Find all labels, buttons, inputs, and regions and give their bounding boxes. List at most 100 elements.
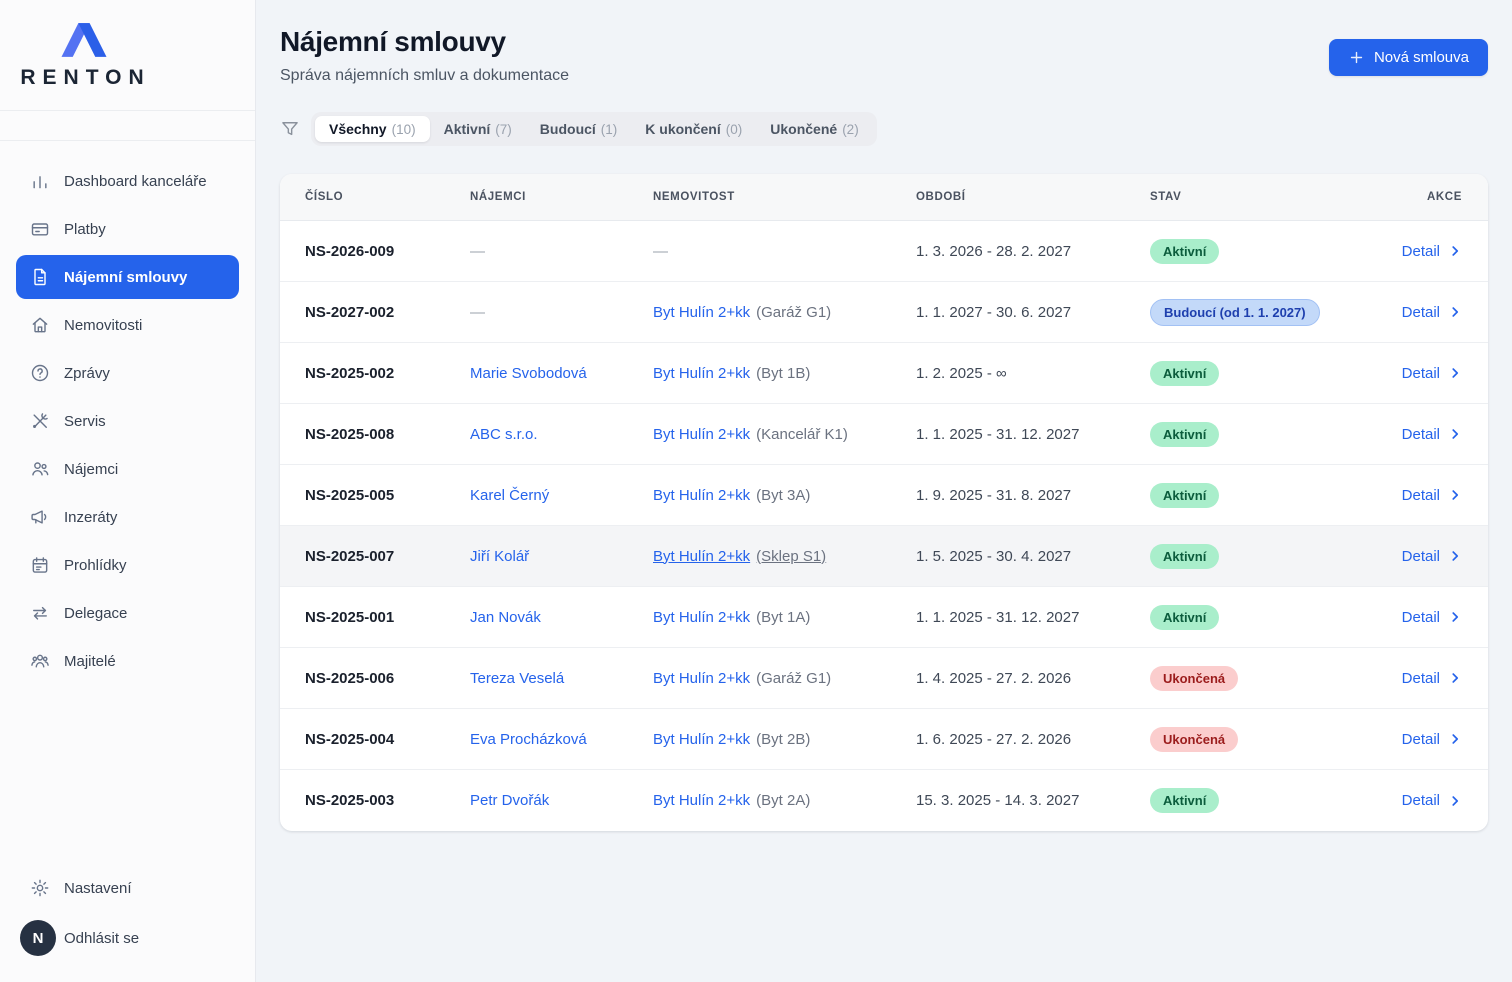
tenant-link[interactable]: Petr Dvořák (470, 792, 549, 809)
sidebar-item-label: Majitelé (64, 653, 116, 670)
property-link[interactable]: Byt Hulín 2+kk (653, 609, 750, 626)
contract-number: NS-2025-003 (305, 792, 470, 809)
sidebar-item-logout[interactable]: N Odhlásit se (16, 914, 239, 962)
tab-ukoncene[interactable]: Ukončené (2) (756, 116, 872, 142)
property-link[interactable]: Byt Hulín 2+kk (653, 670, 750, 687)
sidebar-item-zpravy[interactable]: Zprávy (16, 351, 239, 395)
sidebar-item-prohlidky[interactable]: Prohlídky (16, 543, 239, 587)
sidebar-item-najemni-smlouvy[interactable]: Nájemní smlouvy (16, 255, 239, 299)
tab-budouci[interactable]: Budoucí (1) (526, 116, 632, 142)
sidebar-item-nemovitosti[interactable]: Nemovitosti (16, 303, 239, 347)
property-unit: (Byt 2B) (756, 731, 810, 748)
column-header-stav: Stav (1150, 191, 1352, 203)
property-link[interactable]: Byt Hulín 2+kk (653, 731, 750, 748)
detail-link[interactable]: Detail (1402, 609, 1462, 626)
action-cell: Detail (1352, 365, 1462, 382)
tab-k-ukonceni[interactable]: K ukončení (0) (631, 116, 756, 142)
column-header-najemci: Nájemci (470, 191, 653, 203)
status-cell: Aktivní (1150, 483, 1352, 508)
new-contract-button-label: Nová smlouva (1374, 49, 1469, 66)
tenant-link[interactable]: Eva Procházková (470, 731, 587, 748)
property-cell: Byt Hulín 2+kk(Byt 1B) (653, 365, 916, 382)
contract-number: NS-2025-006 (305, 670, 470, 687)
table-row[interactable]: NS-2025-005 Karel Černý Byt Hulín 2+kk(B… (280, 465, 1488, 526)
sidebar-item-label: Zprávy (64, 365, 110, 382)
status-cell: Aktivní (1150, 422, 1352, 447)
user-avatar: N (20, 920, 56, 956)
table-row[interactable]: NS-2025-004 Eva Procházková Byt Hulín 2+… (280, 709, 1488, 770)
period: 15. 3. 2025 - 14. 3. 2027 (916, 792, 1150, 809)
tenant-link[interactable]: Jiří Kolář (470, 548, 529, 565)
property-link[interactable]: Byt Hulín 2+kk (653, 548, 750, 565)
empty-value: — (470, 243, 485, 260)
property-link[interactable]: Byt Hulín 2+kk (653, 792, 750, 809)
chevron-right-icon (1448, 488, 1462, 502)
property-link[interactable]: Byt Hulín 2+kk (653, 365, 750, 382)
action-cell: Detail (1352, 487, 1462, 504)
period: 1. 6. 2025 - 27. 2. 2026 (916, 731, 1150, 748)
tenant-link[interactable]: Tereza Veselá (470, 670, 564, 687)
brand-name: RENTON (17, 66, 150, 90)
property-link[interactable]: Byt Hulín 2+kk (653, 304, 750, 321)
sidebar-item-najemci[interactable]: Nájemci (16, 447, 239, 491)
table-row[interactable]: NS-2025-002 Marie Svobodová Byt Hulín 2+… (280, 343, 1488, 404)
detail-link[interactable]: Detail (1402, 304, 1462, 321)
tenant-link[interactable]: Jan Novák (470, 609, 541, 626)
property-cell: — (653, 243, 916, 260)
sidebar-item-platby[interactable]: Platby (16, 207, 239, 251)
property-link[interactable]: Byt Hulín 2+kk (653, 426, 750, 443)
detail-link[interactable]: Detail (1402, 487, 1462, 504)
detail-link[interactable]: Detail (1402, 426, 1462, 443)
period: 1. 2. 2025 - ∞ (916, 365, 1150, 382)
status-cell: Aktivní (1150, 239, 1352, 264)
status-cell: Ukončená (1150, 666, 1352, 691)
table-row[interactable]: NS-2025-003 Petr Dvořák Byt Hulín 2+kk(B… (280, 770, 1488, 831)
page-header-text: Nájemní smlouvy Správa nájemních smluv a… (280, 26, 569, 85)
table-row[interactable]: NS-2025-001 Jan Novák Byt Hulín 2+kk(Byt… (280, 587, 1488, 648)
status-badge: Budoucí (od 1. 1. 2027) (1150, 299, 1320, 326)
action-cell: Detail (1352, 426, 1462, 443)
detail-link[interactable]: Detail (1402, 243, 1462, 260)
tenant-cell: Eva Procházková (470, 731, 653, 748)
credit-card-icon (30, 219, 50, 239)
tab-vsechny[interactable]: Všechny (10) (315, 116, 430, 142)
brand-logo[interactable]: RENTON (22, 21, 146, 90)
sidebar-item-label: Servis (64, 413, 106, 430)
sidebar-item-dashboard[interactable]: Dashboard kanceláře (16, 159, 239, 203)
detail-link[interactable]: Detail (1402, 670, 1462, 687)
table-header-row: Číslo Nájemci Nemovitost Období Stav Akc… (280, 174, 1488, 221)
sidebar-item-label: Prohlídky (64, 557, 127, 574)
tab-count: (2) (842, 122, 859, 137)
new-contract-button[interactable]: Nová smlouva (1329, 39, 1488, 76)
sidebar-item-servis[interactable]: Servis (16, 399, 239, 443)
table-row[interactable]: NS-2025-006 Tereza Veselá Byt Hulín 2+kk… (280, 648, 1488, 709)
property-link[interactable]: Byt Hulín 2+kk (653, 487, 750, 504)
sidebar-item-majitele[interactable]: Majitelé (16, 639, 239, 683)
filter-funnel-icon[interactable] (280, 119, 300, 139)
sidebar-item-inzeraty[interactable]: Inzeráty (16, 495, 239, 539)
detail-link[interactable]: Detail (1402, 548, 1462, 565)
table-row[interactable]: NS-2025-008 ABC s.r.o. Byt Hulín 2+kk(Ka… (280, 404, 1488, 465)
chevron-right-icon (1448, 671, 1462, 685)
contracts-table: Číslo Nájemci Nemovitost Období Stav Akc… (280, 174, 1488, 831)
chevron-right-icon (1448, 732, 1462, 746)
table-row[interactable]: NS-2027-002 — Byt Hulín 2+kk(Garáž G1) 1… (280, 282, 1488, 343)
detail-link[interactable]: Detail (1402, 792, 1462, 809)
detail-link[interactable]: Detail (1402, 731, 1462, 748)
tab-count: (0) (726, 122, 743, 137)
tenant-link[interactable]: Marie Svobodová (470, 365, 587, 382)
tenant-cell: Tereza Veselá (470, 670, 653, 687)
table-row[interactable]: NS-2026-009 — — 1. 3. 2026 - 28. 2. 2027… (280, 221, 1488, 282)
property-cell: Byt Hulín 2+kk(Garáž G1) (653, 670, 916, 687)
detail-link[interactable]: Detail (1402, 365, 1462, 382)
sidebar-item-delegace[interactable]: Delegace (16, 591, 239, 635)
status-badge: Ukončená (1150, 727, 1238, 752)
tenant-link[interactable]: ABC s.r.o. (470, 426, 538, 443)
property-cell: Byt Hulín 2+kk(Sklep S1) (653, 548, 916, 565)
contract-number: NS-2025-007 (305, 548, 470, 565)
table-row[interactable]: NS-2025-007 Jiří Kolář Byt Hulín 2+kk(Sk… (280, 526, 1488, 587)
tab-aktivni[interactable]: Aktivní (7) (430, 116, 526, 142)
tenant-link[interactable]: Karel Černý (470, 487, 549, 504)
sidebar-item-nastaveni[interactable]: Nastavení (16, 866, 239, 910)
status-cell: Aktivní (1150, 605, 1352, 630)
